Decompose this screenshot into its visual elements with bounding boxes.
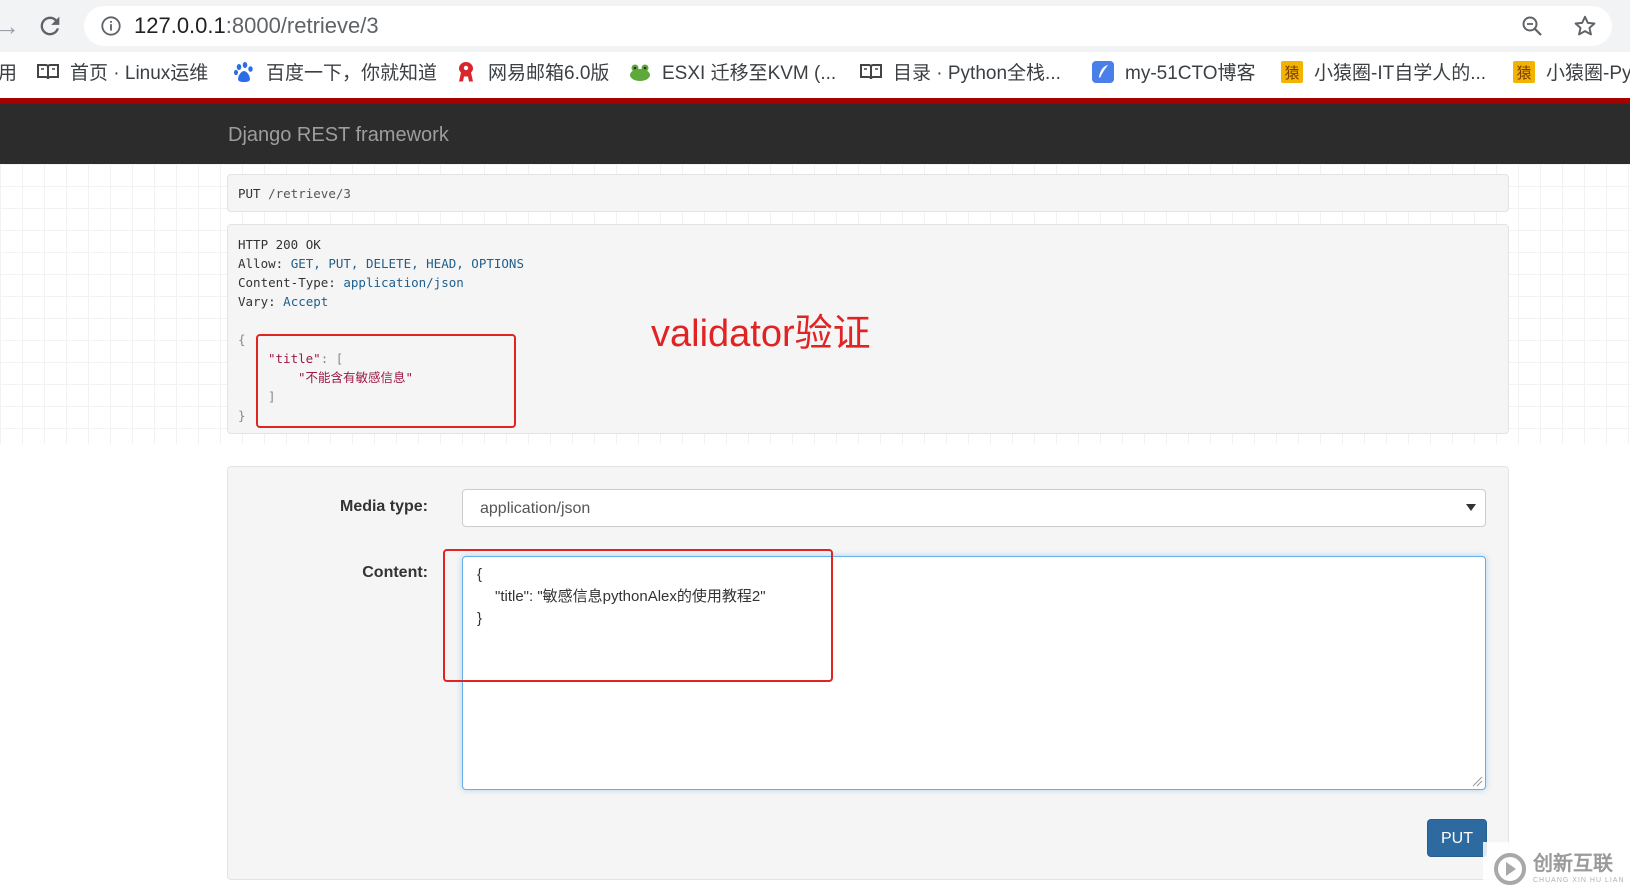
- bookmark-label: 小猿圈-IT自学人的...: [1314, 63, 1487, 84]
- bookmark-item[interactable]: 用: [0, 61, 17, 87]
- reload-icon[interactable]: [36, 12, 64, 40]
- media-type-value: application/json: [480, 500, 591, 517]
- response-header: Allow: GET, PUT, DELETE, HEAD, OPTIONS: [238, 256, 524, 272]
- bookmark-label: my-51CTO博客: [1125, 63, 1256, 84]
- json-close-brace: }: [238, 408, 246, 423]
- media-type-label: Media type:: [339, 498, 428, 515]
- bookmark-label: ESXI 迁移至KVM (...: [662, 63, 837, 84]
- request-info: PUT /retrieve/3: [227, 174, 1509, 212]
- baidu-paw-icon: [234, 62, 253, 82]
- response-header: Content-Type: application/json: [238, 275, 464, 291]
- bookmark-label: 首页 · Linux运维: [70, 63, 209, 84]
- brand-link[interactable]: Django REST framework: [228, 123, 449, 147]
- resize-grip-icon[interactable]: [1471, 775, 1483, 787]
- header-value: GET, PUT, DELETE, HEAD, OPTIONS: [290, 256, 524, 271]
- chuangxin-logo-icon: [1494, 853, 1526, 885]
- annotation-label: validator验证: [651, 313, 871, 355]
- forward-arrow-icon[interactable]: →: [0, 13, 20, 39]
- bookmark-item[interactable]: my-51CTO博客: [1091, 61, 1256, 87]
- header-name: Content-Type:: [238, 275, 336, 290]
- media-type-select[interactable]: application/json: [462, 489, 1486, 527]
- bookmarks-bar: 用 首页 · Linux运维 百度一下，你就知道 网易邮箱6.0版 ESXI 迁…: [0, 52, 1630, 98]
- bookmark-item[interactable]: 首页 · Linux运维: [36, 61, 208, 87]
- book-icon: [860, 64, 882, 80]
- url-text[interactable]: 127.0.0.1:8000/retrieve/3: [134, 14, 379, 38]
- header-name: Allow:: [238, 256, 284, 271]
- bookmark-label: 百度一下，你就知道: [266, 63, 438, 84]
- annotation-box-content: [443, 549, 833, 682]
- yuan-icon: 猿: [1513, 61, 1535, 83]
- bookmark-label: 小猿圈-Py: [1546, 63, 1630, 84]
- request-path: /retrieve/3: [268, 186, 351, 201]
- response-status: HTTP 200 OK: [238, 237, 321, 252]
- watermark-text: 创新互联: [1533, 853, 1613, 875]
- put-button[interactable]: PUT: [1427, 819, 1487, 857]
- bookmark-item[interactable]: 目录 · Python全栈...: [859, 61, 1061, 87]
- request-method: PUT: [238, 186, 261, 201]
- frog-icon: [630, 64, 650, 81]
- svg-text:猿: 猿: [1284, 64, 1299, 82]
- address-bar[interactable]: 127.0.0.1:8000/retrieve/3: [84, 6, 1612, 46]
- caret-down-icon: [1466, 504, 1476, 511]
- bookmark-label: 用: [0, 63, 18, 84]
- yuan-icon: 猿: [1281, 61, 1303, 83]
- bookmark-item[interactable]: 百度一下，你就知道: [232, 61, 437, 87]
- url-path: :8000/retrieve/3: [225, 13, 379, 38]
- request-line: PUT /retrieve/3: [238, 186, 351, 201]
- bookmark-item[interactable]: ESXI 迁移至KVM (...: [628, 61, 836, 87]
- bookmark-item[interactable]: 猿 小猿圈-IT自学人的...: [1280, 61, 1486, 87]
- zoom-icon[interactable]: [1520, 14, 1544, 38]
- json-open-brace: {: [238, 332, 246, 347]
- bookmark-label: 网易邮箱6.0版: [488, 63, 610, 84]
- bookmark-item[interactable]: 猿 小猿圈-Py: [1512, 61, 1630, 87]
- header-value: application/json: [343, 275, 464, 290]
- navbar: Django REST framework: [0, 104, 1630, 164]
- header-name: Vary:: [238, 294, 276, 309]
- content-label: Content:: [362, 564, 428, 581]
- quill-icon: [1092, 61, 1114, 83]
- url-host: 127.0.0.1: [134, 13, 226, 38]
- bookmark-label: 目录 · Python全栈...: [893, 63, 1061, 84]
- bookmark-star-icon[interactable]: [1572, 13, 1598, 39]
- browser-toolbar: → 127.0.0.1:8000/retrieve/3: [0, 0, 1630, 52]
- watermark-subtext: CHUANG XIN HU LIAN: [1533, 877, 1625, 884]
- bookmark-item[interactable]: 网易邮箱6.0版: [454, 61, 609, 87]
- book-icon: [37, 64, 59, 80]
- header-value: Accept: [283, 294, 329, 309]
- page: → 127.0.0.1:8000/retrieve/3 用 首页 · Linux…: [0, 0, 1630, 896]
- watermark: 创新互联 CHUANG XIN HU LIAN: [1483, 842, 1630, 896]
- annotation-box-response: [256, 334, 516, 428]
- svg-text:猿: 猿: [1516, 64, 1531, 82]
- info-icon[interactable]: [100, 15, 122, 37]
- response-header: Vary: Accept: [238, 294, 328, 310]
- netease-mail-icon: [459, 62, 473, 82]
